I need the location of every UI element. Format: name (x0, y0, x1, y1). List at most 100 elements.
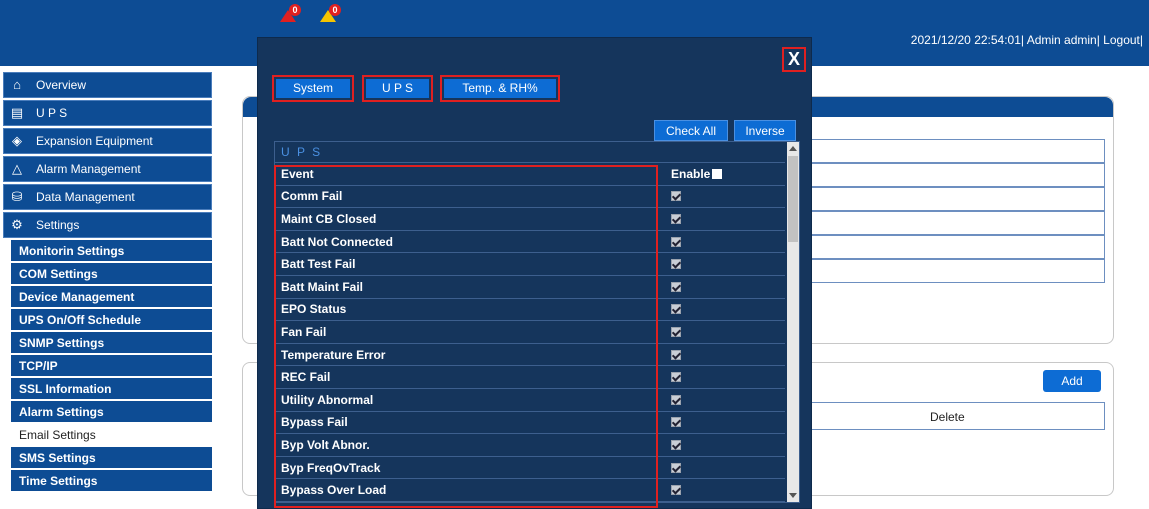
enable-cell (661, 439, 785, 450)
check-all-button[interactable]: Check All (654, 120, 728, 141)
tab-label: System (276, 79, 350, 98)
user-session-info[interactable]: 2021/12/20 22:54:01| Admin admin| Logout… (911, 33, 1143, 47)
event-enable-checkbox[interactable] (671, 259, 681, 270)
sidebar-subitem-tcpip[interactable]: TCP/IP (11, 355, 212, 376)
event-row: Utility Abnormal (275, 389, 785, 412)
event-row: Byp FreqOvTrack (275, 457, 785, 480)
scrollbar-thumb[interactable] (788, 156, 798, 242)
event-column-header: Event (281, 166, 314, 181)
event-name: Fan Fail (281, 324, 327, 339)
event-row: EPO Status (275, 299, 785, 322)
tab-ups[interactable]: U P S (362, 75, 433, 102)
expansion-icon: ◈ (12, 133, 22, 148)
gear-icon: ⚙ (11, 217, 23, 232)
event-row: Batt Not Connected (275, 231, 785, 254)
enable-cell (661, 304, 785, 315)
event-row: Fan Fail (275, 321, 785, 344)
event-name: Comm Fail (281, 189, 343, 204)
sidebar-subitem-monitorin-settings[interactable]: Monitorin Settings (11, 240, 212, 261)
event-name: Batt Test Fail (281, 257, 356, 272)
sidebar: ⌂ Overview ▤ U P S ◈ Expansion Equipment… (3, 72, 212, 509)
enable-cell (661, 213, 785, 224)
event-selection-dialog: X System U P S Temp. & RH% Check All Inv… (257, 37, 812, 509)
sidebar-subitem-snmp-settings[interactable]: SNMP Settings (11, 332, 212, 353)
sidebar-item-settings[interactable]: ⚙ Settings (3, 212, 212, 238)
event-enable-checkbox[interactable] (671, 281, 681, 292)
event-enable-checkbox[interactable] (671, 191, 681, 202)
section-title: U P S (275, 142, 785, 163)
close-button[interactable]: X (782, 47, 806, 72)
sidebar-subitem-com-settings[interactable]: COM Settings (11, 263, 212, 284)
home-icon: ⌂ (13, 77, 21, 92)
event-list-header-row: Event Enable (275, 163, 785, 186)
event-enable-checkbox[interactable] (671, 462, 681, 473)
event-enable-checkbox[interactable] (671, 372, 681, 383)
event-name: Bypass Over Load (281, 483, 387, 498)
enable-all-checkbox[interactable] (712, 168, 723, 179)
tab-system[interactable]: System (272, 75, 354, 102)
event-row: REC Fail (275, 366, 785, 389)
event-row: Batt Maint Fail (275, 276, 785, 299)
enable-cell (661, 259, 785, 270)
event-name: EPO Status (281, 302, 347, 317)
sidebar-item-expansion[interactable]: ◈ Expansion Equipment (3, 128, 212, 154)
sidebar-subitem-email-settings[interactable]: Email Settings (11, 424, 212, 445)
event-name: Utility Abnormal (281, 392, 374, 407)
event-enable-checkbox[interactable] (671, 213, 681, 224)
event-row: Bypass Fail (275, 412, 785, 435)
event-name: Byp Volt Abnor. (281, 437, 370, 452)
sidebar-item-label: U P S (36, 106, 68, 120)
sidebar-item-label: Data Management (36, 190, 135, 204)
event-row: Temperature Error (275, 344, 785, 367)
event-name: Batt Not Connected (281, 234, 393, 249)
sidebar-item-label: Overview (36, 78, 87, 92)
inverse-button[interactable]: Inverse (734, 120, 796, 141)
sidebar-subitem-ssl-information[interactable]: SSL Information (11, 378, 212, 399)
tab-label: U P S (366, 79, 429, 98)
tab-temp-rh[interactable]: Temp. & RH% (440, 75, 560, 102)
vertical-scrollbar[interactable] (787, 142, 799, 502)
event-name: Temperature Error (281, 347, 386, 362)
warning-alarm-count: 0 (329, 4, 341, 16)
event-name: REC Fail (281, 370, 331, 385)
warning-alarm-indicator[interactable]: 0 (320, 4, 342, 22)
sidebar-item-alarm-management[interactable]: △ Alarm Management (3, 156, 212, 182)
event-enable-checkbox[interactable] (671, 439, 681, 450)
enable-cell (661, 236, 785, 247)
database-icon: ⛁ (11, 189, 23, 204)
enable-cell (661, 462, 785, 473)
sidebar-item-data-management[interactable]: ⛁ Data Management (3, 184, 212, 210)
event-enable-checkbox[interactable] (671, 304, 681, 315)
enable-cell (661, 281, 785, 292)
critical-alarm-indicator[interactable]: 0 (280, 4, 302, 22)
critical-alarm-count: 0 (289, 4, 301, 16)
enable-cell (661, 372, 785, 383)
enable-column-header: Enable (661, 167, 785, 181)
warning-icon: △ (12, 161, 22, 176)
add-button[interactable]: Add (1043, 370, 1101, 392)
event-enable-checkbox[interactable] (671, 349, 681, 360)
sidebar-subitem-alarm-settings[interactable]: Alarm Settings (11, 401, 212, 422)
event-row: Comm Fail (275, 186, 785, 209)
scroll-down-icon[interactable] (789, 493, 797, 498)
sidebar-item-label: Settings (36, 218, 80, 232)
event-list: U P S Event Enable Comm Fail Maint CB Clo… (274, 141, 800, 503)
sidebar-item-ups[interactable]: ▤ U P S (3, 100, 212, 126)
event-row: Batt Test Fail (275, 253, 785, 276)
event-enable-checkbox[interactable] (671, 417, 681, 428)
ups-icon: ▤ (10, 105, 24, 120)
event-enable-checkbox[interactable] (671, 485, 681, 496)
enable-cell (661, 191, 785, 202)
event-enable-checkbox[interactable] (671, 394, 681, 405)
event-row: Maint CB Closed (275, 208, 785, 231)
event-enable-checkbox[interactable] (671, 326, 681, 337)
scroll-up-icon[interactable] (789, 146, 797, 151)
event-enable-checkbox[interactable] (671, 236, 681, 247)
sidebar-subitem-time-settings[interactable]: Time Settings (11, 470, 212, 491)
sidebar-subitem-device-management[interactable]: Device Management (11, 286, 212, 307)
tab-label: Temp. & RH% (444, 79, 556, 98)
sidebar-subitem-sms-settings[interactable]: SMS Settings (11, 447, 212, 468)
sidebar-subitem-ups-onoff-schedule[interactable]: UPS On/Off Schedule (11, 309, 212, 330)
sidebar-item-overview[interactable]: ⌂ Overview (3, 72, 212, 98)
event-name: Bypass Fail (281, 415, 348, 430)
